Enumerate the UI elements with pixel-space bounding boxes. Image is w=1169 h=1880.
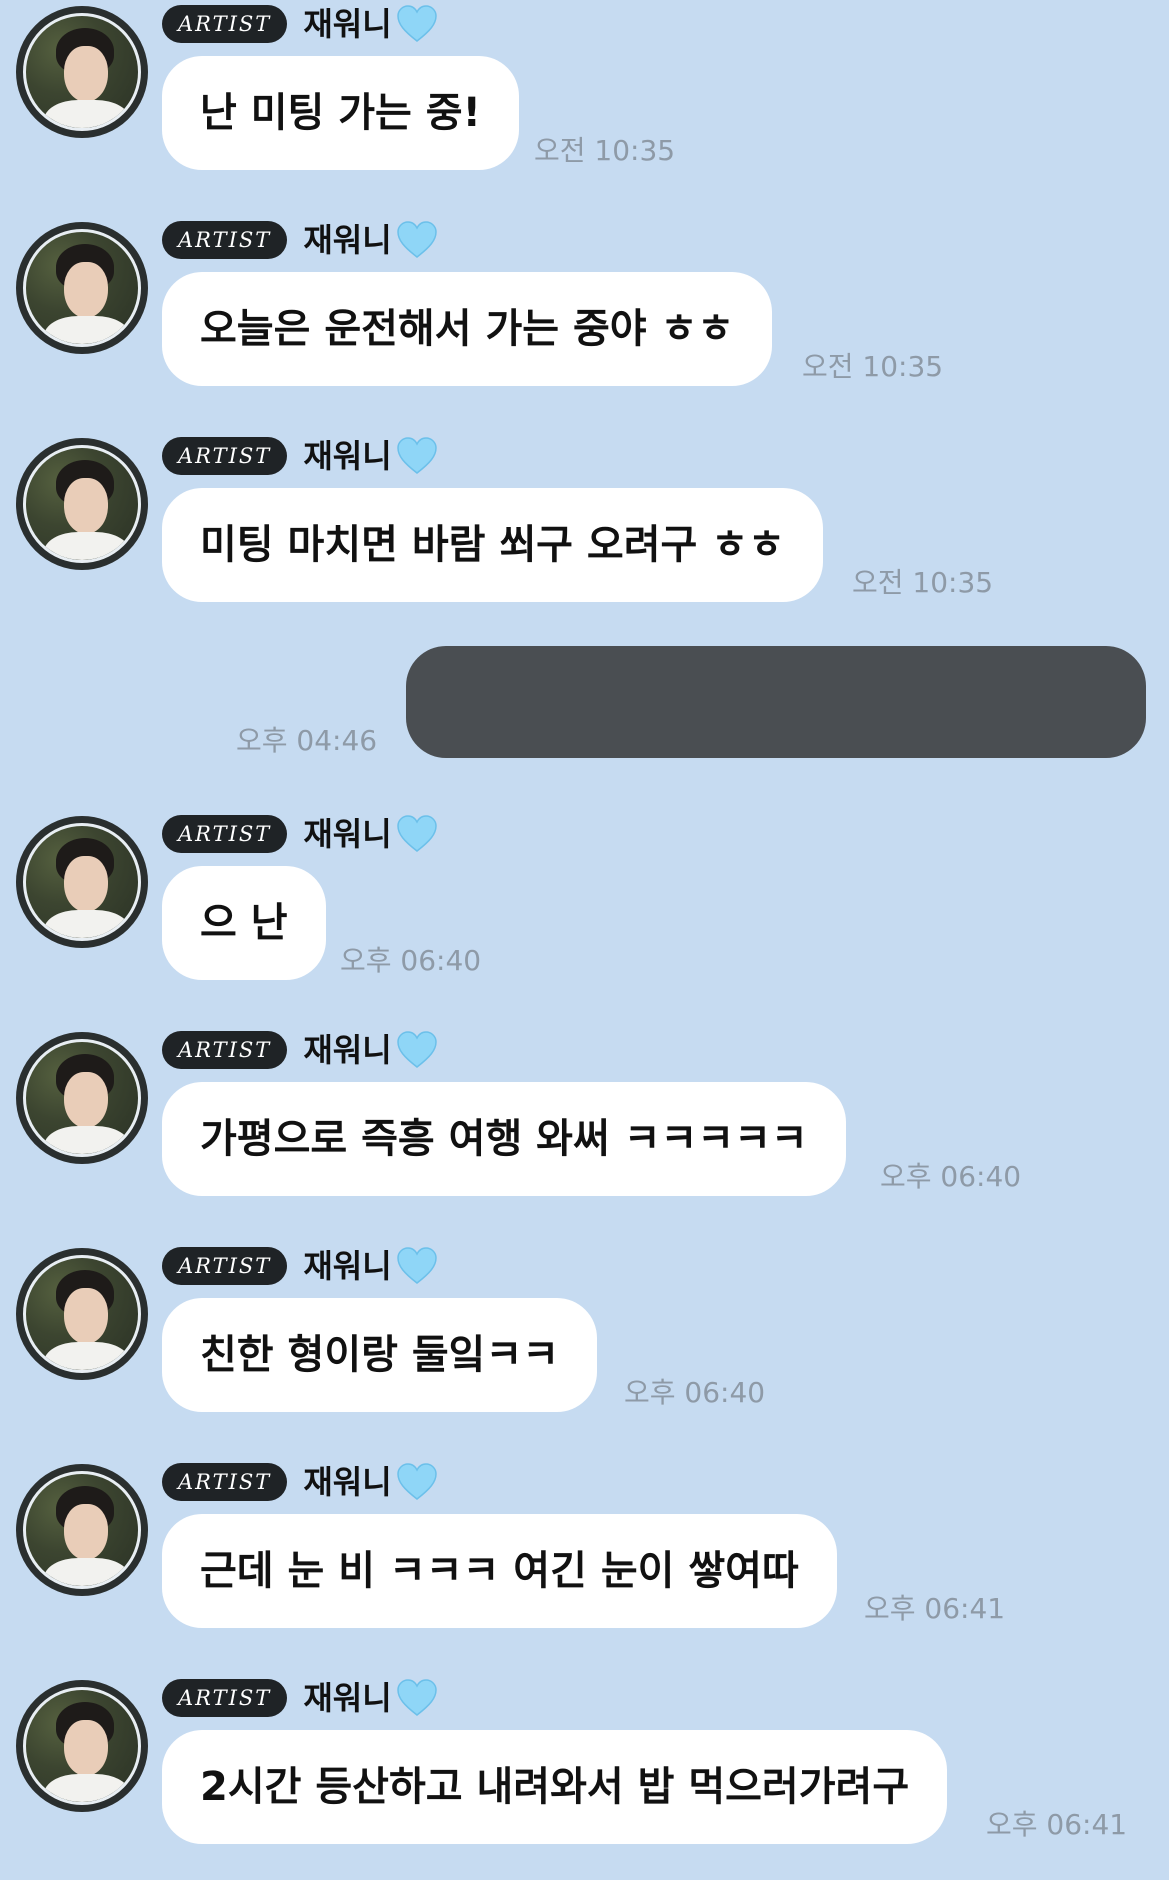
sender-name: 재워니 (303, 1679, 392, 1717)
artist-badge: ARTIST (162, 1679, 288, 1717)
sender-name: 재워니 (303, 437, 392, 475)
message-group: ARTIST 재워니 친한 형이랑 둘잌ㅋㅋ 오후 06:40 (0, 1247, 1169, 1448)
artist-badge: ARTIST (162, 1247, 288, 1285)
sender-name: 재워니 (303, 1031, 392, 1069)
artist-avatar[interactable] (16, 438, 148, 570)
artist-badge: ARTIST (162, 437, 288, 475)
message-bubble[interactable]: 오늘은 운전해서 가는 중야 ㅎㅎ (162, 272, 773, 386)
sender-name: 재워니 (303, 815, 392, 853)
message-bubble[interactable]: 미팅 마치면 바람 쐬구 오려구 ㅎㅎ (162, 488, 823, 602)
artist-badge: ARTIST (162, 221, 288, 259)
message-timestamp: 오후 06:40 (340, 944, 482, 977)
message-timestamp: 오후 06:41 (864, 1592, 1006, 1625)
sent-message-bubble[interactable] (406, 646, 1146, 758)
blue-heart-icon (396, 815, 437, 852)
message-bubble[interactable]: 친한 형이랑 둘잌ㅋㅋ (162, 1298, 598, 1412)
artist-badge: ARTIST (162, 815, 288, 853)
blue-heart-icon (396, 437, 437, 474)
blue-heart-icon (396, 1463, 437, 1500)
artist-badge: ARTIST (162, 1463, 288, 1501)
blue-heart-icon (396, 5, 437, 42)
message-timestamp: 오후 06:41 (986, 1808, 1128, 1841)
message-group: ARTIST 재워니 으 난 오후 06:40 (0, 815, 1169, 1016)
message-bubble[interactable]: 난 미팅 가는 중! (162, 56, 519, 170)
message-group: ARTIST 재워니 2시간 등산하고 내려와서 밥 먹으러가려구 오후 06:… (0, 1679, 1169, 1880)
sender-row: ARTIST 재워니 (162, 1460, 438, 1504)
message-group: ARTIST 재워니 난 미팅 가는 중! 오전 10:35 (0, 5, 1169, 206)
message-group: ARTIST 재워니 오늘은 운전해서 가는 중야 ㅎㅎ 오전 10:35 (0, 221, 1169, 422)
sender-name: 재워니 (303, 1247, 392, 1285)
artist-avatar[interactable] (16, 6, 148, 138)
message-group: ARTIST 재워니 미팅 마치면 바람 쐬구 오려구 ㅎㅎ 오전 10:35 (0, 437, 1169, 638)
artist-avatar[interactable] (16, 1248, 148, 1380)
artist-avatar[interactable] (16, 1680, 148, 1812)
message-timestamp: 오전 10:35 (534, 134, 676, 167)
sender-row: ARTIST 재워니 (162, 2, 438, 46)
sender-name: 재워니 (303, 221, 392, 259)
blue-heart-icon (396, 221, 437, 258)
message-timestamp: 오전 10:35 (802, 350, 944, 383)
blue-heart-icon (396, 1031, 437, 1068)
artist-avatar[interactable] (16, 1032, 148, 1164)
artist-badge: ARTIST (162, 5, 288, 43)
message-bubble[interactable]: 가평으로 즉흥 여행 와써 ㅋㅋㅋㅋㅋ (162, 1082, 846, 1196)
message-group: ARTIST 재워니 근데 눈 비 ㅋㅋㅋ 여긴 눈이 쌓여따 오후 06:41 (0, 1463, 1169, 1664)
message-timestamp: 오전 10:35 (852, 566, 994, 599)
artist-badge: ARTIST (162, 1031, 288, 1069)
sent-message-timestamp: 오후 04:46 (236, 724, 378, 757)
blue-heart-icon (396, 1247, 437, 1284)
blue-heart-icon (396, 1679, 437, 1716)
message-bubble[interactable]: 으 난 (162, 866, 326, 980)
sender-row: ARTIST 재워니 (162, 1676, 438, 1720)
message-group: ARTIST 재워니 가평으로 즉흥 여행 와써 ㅋㅋㅋㅋㅋ 오후 06:40 (0, 1031, 1169, 1232)
chat-view: ARTIST 재워니 난 미팅 가는 중! 오전 10:35 ARTIST 재워… (0, 0, 1169, 1876)
message-timestamp: 오후 06:40 (624, 1376, 766, 1409)
sender-row: ARTIST 재워니 (162, 434, 438, 478)
sender-row: ARTIST 재워니 (162, 218, 438, 262)
sender-name: 재워니 (303, 5, 392, 43)
message-bubble[interactable]: 2시간 등산하고 내려와서 밥 먹으러가려구 (162, 1730, 948, 1844)
message-timestamp: 오후 06:40 (880, 1160, 1022, 1193)
artist-avatar[interactable] (16, 222, 148, 354)
artist-avatar[interactable] (16, 816, 148, 948)
sender-name: 재워니 (303, 1463, 392, 1501)
message-bubble[interactable]: 근데 눈 비 ㅋㅋㅋ 여긴 눈이 쌓여따 (162, 1514, 837, 1628)
artist-avatar[interactable] (16, 1464, 148, 1596)
sender-row: ARTIST 재워니 (162, 1028, 438, 1072)
sender-row: ARTIST 재워니 (162, 812, 438, 856)
sender-row: ARTIST 재워니 (162, 1244, 438, 1288)
